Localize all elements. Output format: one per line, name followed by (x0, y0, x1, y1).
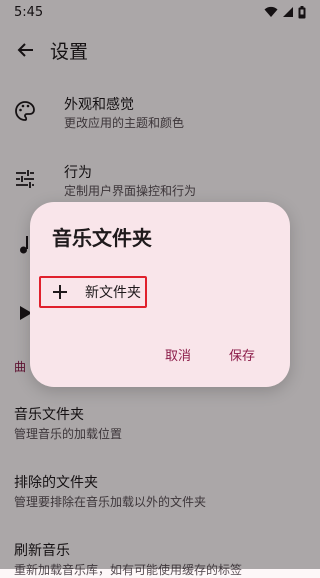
cancel-button[interactable]: 取消 (165, 345, 191, 364)
save-button[interactable]: 保存 (229, 345, 255, 364)
dialog-title: 音乐文件夹 (52, 226, 152, 250)
new-folder-button[interactable]: 新文件夹 (39, 276, 147, 308)
new-folder-label: 新文件夹 (85, 285, 141, 301)
music-folders-dialog: 音乐文件夹 新文件夹 取消 保存 (30, 202, 290, 387)
plus-icon (53, 285, 67, 299)
